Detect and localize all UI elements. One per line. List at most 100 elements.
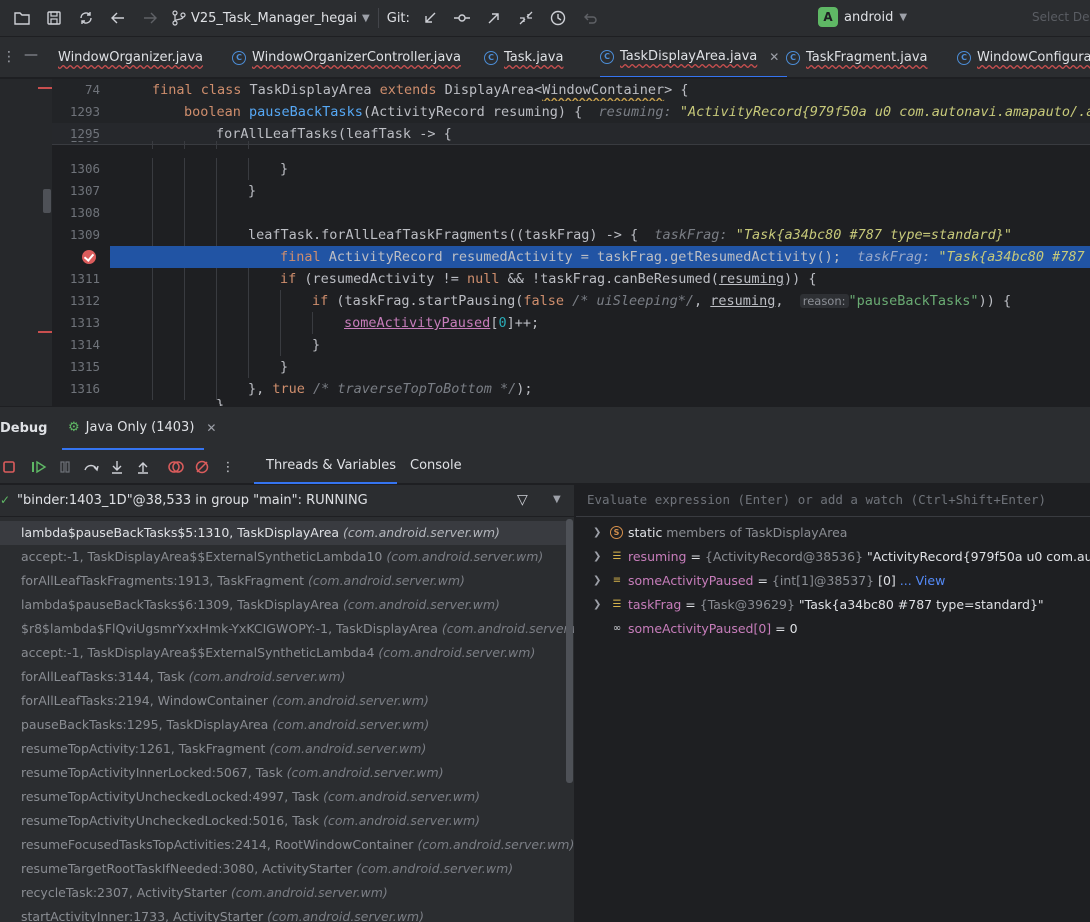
stack-frame[interactable]: accept:-1, TaskDisplayArea$$ExternalSynt… xyxy=(0,545,567,569)
stack-frame[interactable]: lambda$pauseBackTasks$5:1310, TaskDispla… xyxy=(0,521,567,545)
watch-row-someactivitypaused-0[interactable]: ∞ someActivityPaused[0] = 0 xyxy=(576,617,1090,641)
tab-threads-variables[interactable]: Threads & Variables xyxy=(266,458,396,473)
code-text: if (resumedActivity != null && !taskFrag… xyxy=(280,271,817,287)
code-line-1305: 1305 xyxy=(52,141,1090,149)
project-selector[interactable]: A android ▼ xyxy=(818,7,907,27)
close-tab-icon[interactable]: ✕ xyxy=(769,50,779,64)
code-text: } xyxy=(248,183,257,199)
frames-scrollbar[interactable] xyxy=(566,519,573,783)
stack-frame[interactable]: forAllLeafTaskFragments:1913, TaskFragme… xyxy=(0,569,567,593)
vcs-branch-selector[interactable]: V25_Task_Manager_hegai ▼ xyxy=(172,10,370,26)
sync-icon[interactable] xyxy=(70,4,102,32)
filter-icon[interactable]: ▽ xyxy=(517,492,528,508)
code-text: } xyxy=(280,161,289,177)
tab-taskfragment[interactable]: C TaskFragment.java xyxy=(786,37,928,77)
code-editor[interactable]: 74 final class TaskDisplayArea extends D… xyxy=(0,79,1090,406)
save-icon[interactable] xyxy=(38,4,70,32)
git-update-icon[interactable] xyxy=(414,4,446,32)
tab-windowconfiguration[interactable]: C WindowConfiguratio xyxy=(957,37,1090,77)
strip-scrollbar[interactable] xyxy=(43,189,51,213)
thread-selector[interactable]: ✓ "binder:1403_1D"@38,533 in group "main… xyxy=(0,485,574,517)
frame-method: recycleTask:2307, ActivityStarter xyxy=(21,885,231,900)
tab-taskdisplayarea[interactable]: C TaskDisplayArea.java ✕ xyxy=(600,37,788,77)
class-icon: C xyxy=(786,50,800,65)
code-line-1311: 1311 if (resumedActivity != null && !tas… xyxy=(52,268,1090,290)
variable-text: static members of TaskDisplayArea xyxy=(628,525,848,540)
collapse-icon[interactable]: — xyxy=(24,47,38,63)
frame-method: accept:-1, TaskDisplayArea$$ExternalSynt… xyxy=(21,645,379,660)
variable-row-static[interactable]: ❯ S static members of TaskDisplayArea xyxy=(576,521,1090,545)
stack-frame[interactable]: startActivityInner:1733, ActivityStarter… xyxy=(0,905,567,922)
code-text: leafTask.forAllLeafTaskFragments((taskFr… xyxy=(248,227,1013,243)
stack-frame[interactable]: forAllLeafTasks:2194, WindowContainer (c… xyxy=(0,689,567,713)
expand-chevron-icon[interactable]: ❯ xyxy=(593,593,601,617)
stack-frame[interactable]: resumeTopActivity:1261, TaskFragment (co… xyxy=(0,737,567,761)
android-debug-icon: ⚙ xyxy=(68,420,80,435)
expand-chevron-icon[interactable]: ❯ xyxy=(593,521,601,545)
expand-chevron-icon[interactable]: ❯ xyxy=(593,545,601,569)
code-line-1307: 1307 } xyxy=(52,180,1090,202)
frame-method: resumeTopActivityInnerLocked:5067, Task xyxy=(21,765,287,780)
frame-method: lambda$pauseBackTasks$6:1309, TaskDispla… xyxy=(21,597,344,612)
stack-frame[interactable]: pauseBackTasks:1295, TaskDisplayArea (co… xyxy=(0,713,567,737)
line-number: 1308 xyxy=(69,205,100,220)
frame-method: resumeTopActivityUncheckedLocked:5016, T… xyxy=(21,813,324,828)
step-out-icon[interactable] xyxy=(134,458,152,476)
view-link[interactable]: ... View xyxy=(900,573,946,588)
git-history-icon[interactable] xyxy=(542,4,574,32)
debug-session-tab[interactable]: ⚙ Java Only (1403) ✕ xyxy=(68,420,216,435)
stack-frame[interactable]: resumeTopActivityInnerLocked:5067, Task … xyxy=(0,761,567,785)
frame-package: (com.android.server.wm) xyxy=(269,741,427,756)
step-over-icon[interactable] xyxy=(82,458,100,476)
stack-frame[interactable]: $r8$lambda$FlQviUgsmrYxxHmk-YxKCIGWOPY:-… xyxy=(0,617,574,641)
code-text: }, true /* traverseTopToBottom */); xyxy=(248,381,533,397)
class-icon: C xyxy=(232,50,246,65)
breakpoint-icon[interactable] xyxy=(82,250,96,264)
stack-frame[interactable]: resumeTopActivityUncheckedLocked:4997, T… xyxy=(0,785,567,809)
chevron-down-icon[interactable]: ▼ xyxy=(553,494,561,505)
stack-frame[interactable]: recycleTask:2307, ActivityStarter (com.a… xyxy=(0,881,567,905)
stack-frame[interactable]: lambda$pauseBackTasks$6:1309, TaskDispla… xyxy=(0,593,567,617)
mute-breakpoints-icon[interactable] xyxy=(193,458,211,476)
resume-program-icon[interactable] xyxy=(30,458,48,476)
line-number: 1310 xyxy=(52,246,110,268)
expand-chevron-icon[interactable]: ❯ xyxy=(593,569,601,593)
tab-console[interactable]: Console xyxy=(410,458,462,473)
frame-package: (com.android.server.wm) xyxy=(230,885,388,900)
back-arrow-icon[interactable] xyxy=(102,4,134,32)
tab-list-menu-icon[interactable]: ⋮ xyxy=(2,49,16,65)
more-options-icon[interactable]: ⋮ xyxy=(219,458,237,476)
stack-frame[interactable]: resumeFocusedTasksTopActivities:2414, Ro… xyxy=(0,833,574,857)
view-breakpoints-icon[interactable] xyxy=(167,458,185,476)
frame-method: resumeFocusedTasksTopActivities:2414, Ro… xyxy=(21,837,418,852)
device-selector[interactable]: Select Dev xyxy=(1032,10,1090,24)
git-push-icon[interactable] xyxy=(478,4,510,32)
close-session-icon[interactable]: ✕ xyxy=(206,421,216,435)
stop-icon[interactable] xyxy=(0,458,18,476)
step-into-icon[interactable] xyxy=(108,458,126,476)
debug-title: Debug xyxy=(0,421,48,436)
stack-frame[interactable]: accept:-1, TaskDisplayArea$$ExternalSynt… xyxy=(0,641,567,665)
variable-row-someactivitypaused[interactable]: ❯ ≡ someActivityPaused = {int[1]@38537} … xyxy=(576,569,1090,593)
stack-frame[interactable]: resumeTopActivityUncheckedLocked:5016, T… xyxy=(0,809,567,833)
debug-inline-hint: taskFrag: "Task{a34bc80 #787 t xyxy=(857,249,1090,265)
git-commit-icon[interactable] xyxy=(446,4,478,32)
frame-package: (com.android.server.wm) xyxy=(308,573,465,588)
frame-package: (com.android.server.wm) xyxy=(386,549,544,564)
code-text: final ActivityRecord resumedActivity = t… xyxy=(280,246,1090,268)
evaluate-expression-input[interactable]: Evaluate expression (Enter) or add a wat… xyxy=(576,485,1090,517)
tab-task[interactable]: C Task.java xyxy=(484,37,563,77)
git-merge-icon[interactable] xyxy=(510,4,542,32)
git-rollback-icon[interactable] xyxy=(574,4,606,32)
tab-windoworganizer[interactable]: WindowOrganizer.java xyxy=(58,37,203,77)
variable-row-taskfrag[interactable]: ❯ ☰ taskFrag = {Task@39629} "Task{a34bc8… xyxy=(576,593,1090,617)
variable-text: someActivityPaused = {int[1]@38537} [0] … xyxy=(628,573,946,588)
forward-arrow-icon[interactable] xyxy=(134,4,166,32)
line-number: 1309 xyxy=(69,227,100,242)
stack-frame[interactable]: resumeTargetRootTaskIfNeeded:3080, Activ… xyxy=(0,857,567,881)
stack-frame[interactable]: forAllLeafTasks:3144, Task (com.android.… xyxy=(0,665,567,689)
open-folder-icon[interactable] xyxy=(6,4,38,32)
variable-row-resuming[interactable]: ❯ ☰ resuming = {ActivityRecord@38536} "A… xyxy=(576,545,1090,569)
tab-windoworganizercontroller[interactable]: C WindowOrganizerController.java xyxy=(232,37,461,77)
pause-program-icon[interactable] xyxy=(56,458,74,476)
